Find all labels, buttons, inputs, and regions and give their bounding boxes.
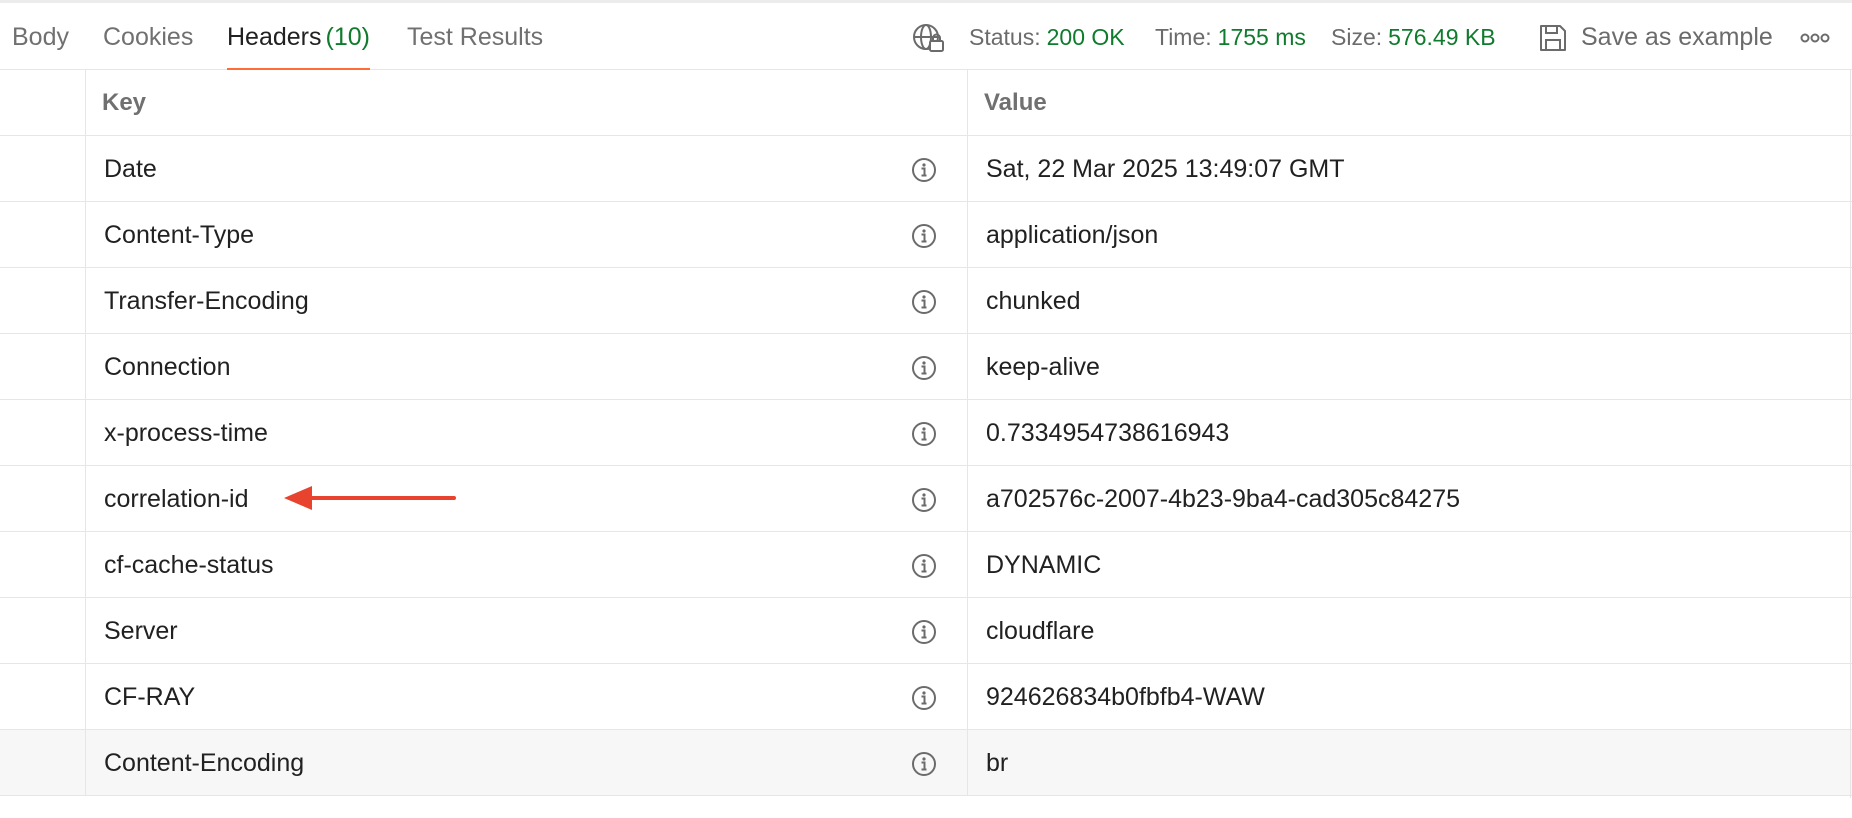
column-header-key: Key	[102, 89, 147, 116]
header-value: cloudflare	[986, 617, 1095, 645]
column-divider	[85, 466, 86, 531]
info-icon[interactable]	[911, 421, 937, 447]
column-divider	[967, 136, 968, 201]
table-right-border	[1850, 70, 1851, 798]
size-value: 576.49 KB	[1388, 24, 1496, 50]
time-readout: Time: 1755 ms	[1155, 4, 1306, 70]
size-label: Size:	[1331, 24, 1383, 50]
table-row[interactable]: Content-Encoding br	[0, 730, 1852, 796]
header-key: CF-RAY	[104, 683, 196, 711]
table-row[interactable]: CF-RAY 924626834b0fbfb4-WAW	[0, 664, 1852, 730]
tab-body[interactable]: Body	[12, 4, 69, 70]
info-icon[interactable]	[911, 619, 937, 645]
column-divider	[85, 664, 86, 729]
column-divider	[85, 400, 86, 465]
column-divider	[967, 598, 968, 663]
header-key: correlation-id	[104, 485, 249, 513]
floppy-disk-icon[interactable]	[1538, 23, 1568, 53]
headers-table: Key Value Date Sat, 22 Mar 2025 13:49:07 …	[0, 70, 1852, 796]
top-divider	[0, 0, 1852, 3]
time-label: Time:	[1155, 24, 1212, 50]
header-value: br	[986, 749, 1009, 777]
column-header-value: Value	[984, 89, 1047, 116]
column-divider	[967, 532, 968, 597]
header-key: Connection	[104, 353, 231, 381]
info-icon[interactable]	[911, 553, 937, 579]
globe-lock-icon[interactable]	[912, 22, 946, 54]
column-divider	[85, 334, 86, 399]
header-key: Content-Encoding	[104, 749, 305, 777]
header-value: a702576c-2007-4b23-9ba4-cad305c84275	[986, 485, 1461, 513]
tab-headers[interactable]: Headers (10)	[227, 4, 370, 70]
info-icon[interactable]	[911, 157, 937, 183]
info-icon[interactable]	[911, 223, 937, 249]
header-key: cf-cache-status	[104, 551, 274, 579]
column-divider	[967, 730, 968, 795]
tab-cookies[interactable]: Cookies	[103, 4, 193, 70]
header-value: keep-alive	[986, 353, 1100, 381]
table-row[interactable]: Connection keep-alive	[0, 334, 1852, 400]
header-value: application/json	[986, 221, 1159, 249]
table-row[interactable]: Date Sat, 22 Mar 2025 13:49:07 GMT	[0, 136, 1852, 202]
info-icon[interactable]	[911, 487, 937, 513]
tab-headers-count: (10)	[325, 23, 370, 51]
table-header-row: Key Value	[0, 70, 1852, 136]
column-divider	[967, 70, 968, 135]
header-value: chunked	[986, 287, 1081, 315]
table-row[interactable]: Transfer-Encoding chunked	[0, 268, 1852, 334]
header-key: Date	[104, 155, 157, 183]
column-divider	[85, 532, 86, 597]
info-icon[interactable]	[911, 289, 937, 315]
tab-headers-label: Headers	[227, 23, 322, 51]
info-icon[interactable]	[911, 355, 937, 381]
column-divider	[967, 466, 968, 531]
status-value: 200 OK	[1046, 24, 1125, 50]
table-row[interactable]: Content-Type application/json	[0, 202, 1852, 268]
column-divider	[85, 268, 86, 333]
status-readout: Status: 200 OK	[969, 4, 1125, 70]
info-icon[interactable]	[911, 751, 937, 777]
table-row[interactable]: correlation-id a702576c-2007-4b23-9ba4-ca…	[0, 466, 1852, 532]
header-value: 0.7334954738616943	[986, 419, 1230, 447]
header-value: Sat, 22 Mar 2025 13:49:07 GMT	[986, 155, 1345, 183]
header-key: Transfer-Encoding	[104, 287, 309, 315]
info-icon[interactable]	[911, 685, 937, 711]
column-divider	[967, 334, 968, 399]
header-value: 924626834b0fbfb4-WAW	[986, 683, 1265, 711]
header-value: DYNAMIC	[986, 551, 1102, 579]
column-divider	[85, 598, 86, 663]
tab-test-results[interactable]: Test Results	[407, 4, 543, 70]
time-value: 1755 ms	[1217, 24, 1306, 50]
header-key: Server	[104, 617, 178, 645]
response-tab-bar: Body Cookies Headers (10) Test Results St…	[0, 4, 1852, 70]
column-divider	[85, 136, 86, 201]
size-readout: Size: 576.49 KB	[1331, 4, 1496, 70]
save-as-example-button[interactable]: Save as example	[1581, 4, 1773, 70]
column-divider	[85, 730, 86, 795]
column-divider	[967, 400, 968, 465]
column-divider	[85, 70, 86, 135]
column-divider	[967, 202, 968, 267]
table-row[interactable]: Server cloudflare	[0, 598, 1852, 664]
column-divider	[967, 268, 968, 333]
annotation-arrow	[284, 486, 456, 510]
column-divider	[85, 202, 86, 267]
more-options-icon[interactable]	[1800, 32, 1830, 44]
column-divider	[967, 664, 968, 729]
status-label: Status:	[969, 24, 1041, 50]
table-row[interactable]: x-process-time 0.7334954738616943	[0, 400, 1852, 466]
table-row[interactable]: cf-cache-status DYNAMIC	[0, 532, 1852, 598]
header-key: x-process-time	[104, 419, 268, 447]
header-key: Content-Type	[104, 221, 255, 249]
